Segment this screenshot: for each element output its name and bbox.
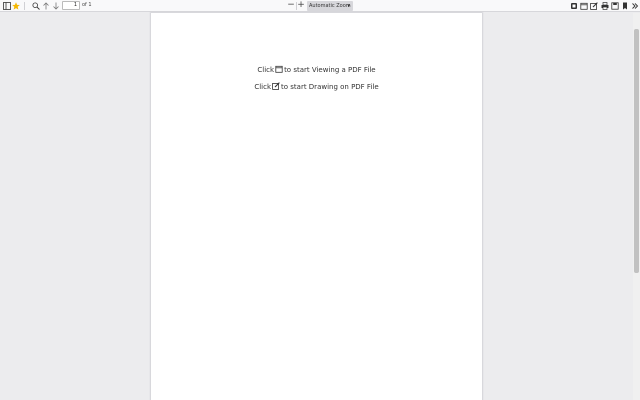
pdf-toolbar: 1 of 1 − + Automatic Zoom ▾ bbox=[0, 0, 640, 12]
tools-icon[interactable] bbox=[630, 1, 639, 10]
chevron-down-icon: ▾ bbox=[347, 3, 350, 9]
view-instruction: Click to start Viewing a PDF File bbox=[151, 65, 482, 75]
open-file-icon bbox=[275, 65, 283, 73]
zoom-select[interactable]: Automatic Zoom ▾ bbox=[307, 1, 353, 11]
zoom-out-button[interactable]: − bbox=[287, 0, 295, 11]
print-icon[interactable] bbox=[600, 1, 609, 10]
bookmark-icon[interactable] bbox=[620, 1, 629, 10]
arrow-up-icon[interactable] bbox=[41, 1, 50, 10]
draw-icon[interactable] bbox=[589, 1, 598, 10]
page-number-input[interactable]: 1 bbox=[62, 1, 80, 10]
draw-icon bbox=[272, 82, 280, 90]
pdf-page: Click to start Viewing a PDF File Click to… bbox=[151, 13, 482, 400]
view-instruction-suffix: to start Viewing a PDF File bbox=[284, 66, 376, 74]
draw-instruction-suffix: to start Drawing on PDF File bbox=[281, 83, 379, 91]
sidebar-toggle-icon[interactable] bbox=[2, 1, 11, 10]
zoom-select-value: Automatic Zoom bbox=[309, 3, 351, 9]
star-icon[interactable] bbox=[11, 1, 20, 10]
draw-instruction-prefix: Click bbox=[254, 83, 272, 91]
page-count-label: of 1 bbox=[82, 2, 92, 8]
save-icon[interactable] bbox=[610, 1, 619, 10]
draw-instruction: Click to start Drawing on PDF File bbox=[151, 82, 482, 92]
view-instruction-prefix: Click bbox=[257, 66, 275, 74]
presentation-icon[interactable] bbox=[569, 1, 578, 10]
vertical-scrollbar[interactable] bbox=[633, 13, 640, 400]
zoom-in-button[interactable]: + bbox=[297, 0, 305, 11]
toolbar-separator bbox=[24, 2, 25, 10]
open-file-icon[interactable] bbox=[579, 1, 588, 10]
scrollbar-thumb[interactable] bbox=[634, 29, 639, 273]
search-icon[interactable] bbox=[31, 1, 40, 10]
arrow-down-icon[interactable] bbox=[51, 1, 60, 10]
